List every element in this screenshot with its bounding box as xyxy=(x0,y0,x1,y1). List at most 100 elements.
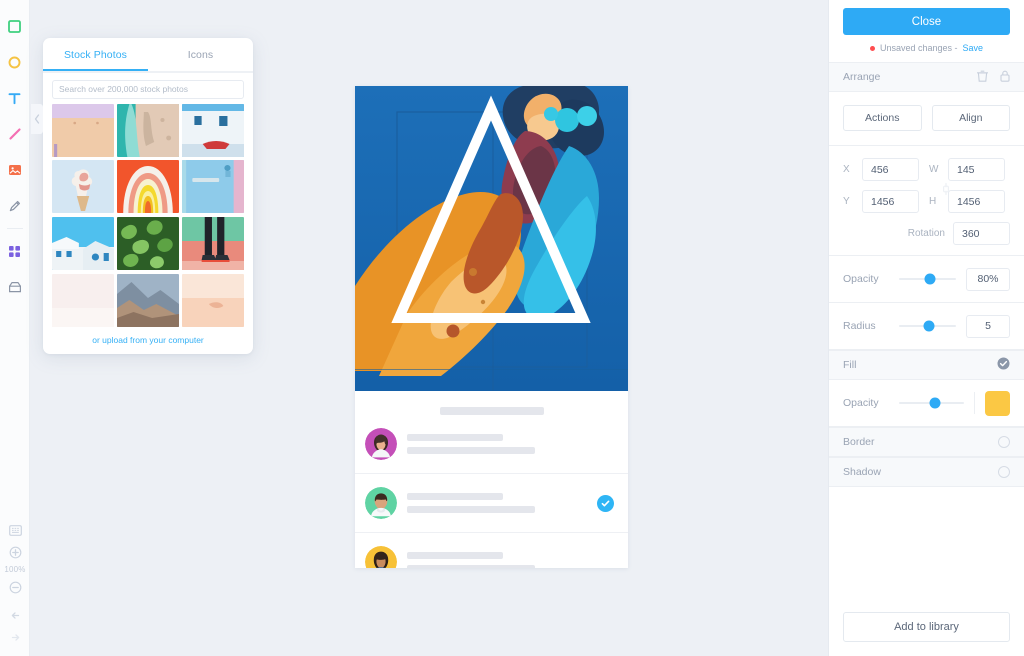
arrange-title: Arrange xyxy=(843,71,881,83)
card-body xyxy=(355,407,628,568)
photo-thumbnail-pink-wall[interactable] xyxy=(52,103,114,157)
panel-tabs: Stock Photos Icons xyxy=(43,38,253,71)
rotation-input[interactable]: 360 xyxy=(953,222,1010,245)
fill-color-swatch[interactable] xyxy=(985,390,1010,416)
w-field-group: W 145 xyxy=(929,158,1005,181)
rotation-row: Rotation 360 xyxy=(843,222,1010,245)
border-section-header[interactable]: Border xyxy=(829,427,1024,457)
tab-stock-photos[interactable]: Stock Photos xyxy=(43,38,148,71)
active-tab-indicator xyxy=(43,69,148,71)
list-item[interactable] xyxy=(355,415,628,474)
placeholder-line xyxy=(407,447,535,454)
opacity-slider-row: Opacity 80% xyxy=(829,256,1024,303)
zoom-out-button[interactable] xyxy=(0,576,30,598)
list-item-text-placeholders xyxy=(407,434,618,454)
fill-opacity-label: Opacity xyxy=(843,397,879,409)
photo-thumbnail-white-village[interactable] xyxy=(52,217,114,271)
list-item[interactable] xyxy=(355,533,628,568)
opacity-value[interactable]: 80% xyxy=(966,267,1010,291)
photo-thumbnail-pale-pink[interactable] xyxy=(52,274,114,328)
border-toggle-icon[interactable] xyxy=(998,436,1010,448)
border-label: Border xyxy=(843,436,875,448)
pen-tool[interactable] xyxy=(0,188,30,224)
components-tool[interactable] xyxy=(0,233,30,269)
search-input[interactable] xyxy=(52,79,244,99)
archive-tool[interactable] xyxy=(0,269,30,305)
rotation-label: Rotation xyxy=(907,228,945,239)
link-dimensions-icon[interactable] xyxy=(942,182,950,201)
upload-from-computer-link[interactable]: or upload from your computer xyxy=(43,328,253,354)
add-to-library-button[interactable]: Add to library xyxy=(843,612,1010,642)
photo-thumbnail-green-leaves[interactable] xyxy=(117,217,179,271)
artboard[interactable] xyxy=(355,86,628,568)
close-button[interactable]: Close xyxy=(843,8,1010,35)
h-field-group: H 1456 xyxy=(929,190,1005,213)
photo-thumbnail-coastline[interactable] xyxy=(117,103,179,157)
image-tool[interactable] xyxy=(0,152,30,188)
verified-check-icon[interactable] xyxy=(597,494,614,512)
actions-button[interactable]: Actions xyxy=(843,105,922,131)
shadow-section-header[interactable]: Shadow xyxy=(829,457,1024,487)
redo-button[interactable] xyxy=(0,626,30,648)
position-size-fields: X 456 W 145 Y 1456 H 1456 Rotation 360 xyxy=(829,146,1024,256)
fill-section-header[interactable]: Fill xyxy=(829,350,1024,380)
blue-mural-photo[interactable] xyxy=(355,86,628,391)
fit-to-screen-button[interactable] xyxy=(0,519,30,541)
line-tool[interactable] xyxy=(0,116,30,152)
opacity-slider-thumb[interactable] xyxy=(924,273,936,285)
fill-enabled-check-icon[interactable] xyxy=(997,357,1010,373)
radius-slider-row: Radius 5 xyxy=(829,303,1024,350)
fill-label: Fill xyxy=(843,359,857,371)
text-tool[interactable] xyxy=(0,80,30,116)
opacity-label: Opacity xyxy=(843,273,879,285)
radius-slider-thumb[interactable] xyxy=(923,320,935,332)
w-label: W xyxy=(929,164,939,175)
delete-icon[interactable] xyxy=(976,70,989,85)
photo-thumbnail-peach-minimal[interactable] xyxy=(182,274,244,328)
save-link[interactable]: Save xyxy=(963,43,984,53)
y-field-group: Y 1456 xyxy=(843,190,929,213)
photo-thumbnail-rainbow-spiral[interactable] xyxy=(117,160,179,214)
photo-thumbnail-sneakers-court[interactable] xyxy=(182,217,244,271)
avatar-woman-yellow xyxy=(365,546,397,568)
toolbar-divider xyxy=(6,228,23,229)
fill-opacity-row: Opacity xyxy=(829,380,1024,427)
align-button[interactable]: Align xyxy=(931,105,1010,131)
fill-divider xyxy=(974,392,975,414)
y-input[interactable]: 1456 xyxy=(862,190,919,213)
shape-square-tool[interactable] xyxy=(0,8,30,44)
placeholder-line xyxy=(407,434,503,441)
left-toolbar: 100% xyxy=(0,0,30,656)
list-item-text-placeholders xyxy=(407,493,587,513)
shadow-label: Shadow xyxy=(843,466,881,478)
list-item-text-placeholders xyxy=(407,552,618,568)
photo-thumbnail-blue-door[interactable] xyxy=(182,160,244,214)
photo-grid xyxy=(43,103,253,329)
toolbar-zoom-controls: 100% xyxy=(0,519,30,648)
list-item[interactable] xyxy=(355,474,628,533)
radius-value[interactable]: 5 xyxy=(966,314,1010,338)
x-input[interactable]: 456 xyxy=(862,158,919,181)
opacity-slider[interactable] xyxy=(899,272,956,286)
photo-thumbnail-blue-building[interactable] xyxy=(182,103,244,157)
zoom-in-button[interactable] xyxy=(0,541,30,563)
placeholder-line xyxy=(407,565,535,568)
fill-opacity-slider-thumb[interactable] xyxy=(929,397,941,409)
placeholder-line xyxy=(407,493,503,500)
photo-thumbnail-canyon[interactable] xyxy=(117,274,179,328)
lock-icon[interactable] xyxy=(1000,70,1010,85)
shape-circle-tool[interactable] xyxy=(0,44,30,80)
h-label: H xyxy=(929,196,937,207)
placeholder-line xyxy=(407,506,535,513)
panel-collapse-button[interactable] xyxy=(31,104,43,134)
app-root: 100% Stock Photos Icons Search over 200,… xyxy=(0,0,1024,656)
photo-thumbnail-ice-cream[interactable] xyxy=(52,160,114,214)
undo-button[interactable] xyxy=(0,604,30,626)
unsaved-changes-status: Unsaved changes - Save xyxy=(829,35,1024,62)
radius-slider[interactable] xyxy=(899,319,956,333)
w-input[interactable]: 145 xyxy=(948,158,1005,181)
tab-icons[interactable]: Icons xyxy=(148,38,253,71)
h-input[interactable]: 1456 xyxy=(948,190,1005,213)
shadow-toggle-icon[interactable] xyxy=(998,466,1010,478)
fill-opacity-slider[interactable] xyxy=(899,396,964,410)
